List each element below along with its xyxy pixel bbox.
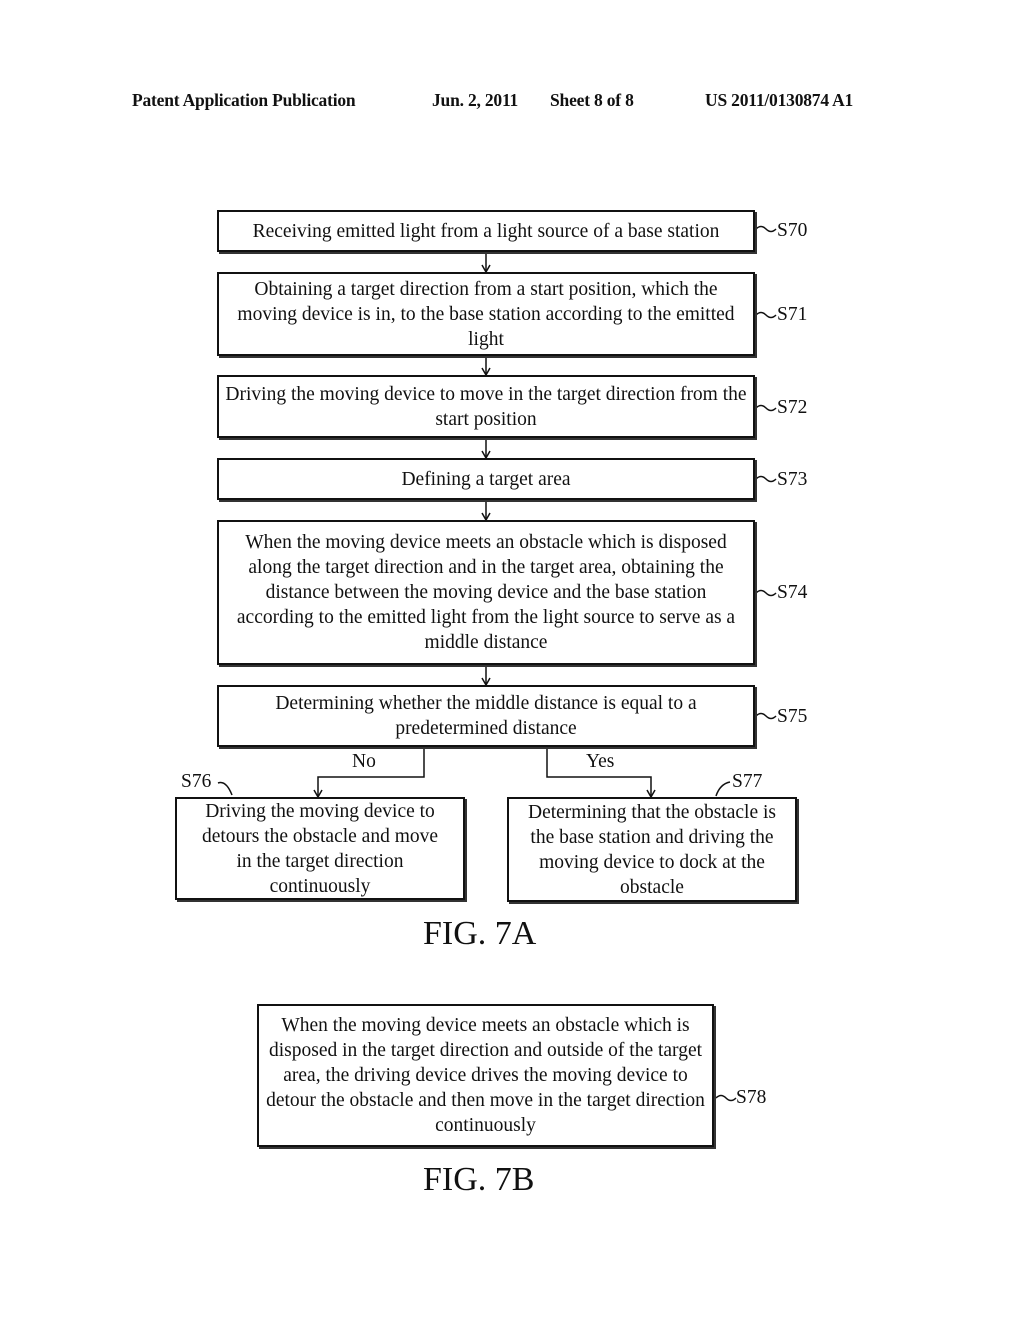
step-label-s70: S70 [777, 220, 808, 241]
step-box-s70: Receiving emitted light from a light sou… [217, 210, 755, 252]
figure-caption-7a: FIG. 7A [423, 915, 537, 952]
step-box-s74: When the moving device meets an obstacle… [217, 520, 755, 665]
step-label-s73: S73 [777, 469, 808, 490]
step-label-s78: S78 [736, 1087, 767, 1108]
step-label-s72: S72 [777, 397, 808, 418]
step-label-s77: S77 [732, 771, 763, 792]
step-label-s75: S75 [777, 706, 808, 727]
step-label-s76: S76 [181, 771, 212, 792]
step-box-s77: Determining that the obstacle is the bas… [507, 797, 797, 902]
branch-label-yes: Yes [586, 751, 615, 772]
leader-s73 [755, 475, 777, 483]
step-box-s73: Defining a target area [217, 458, 755, 500]
leader-s72 [755, 404, 777, 412]
leader-s74 [755, 589, 777, 597]
step-label-s74: S74 [777, 582, 808, 603]
step-box-s75: Determining whether the middle distance … [217, 685, 755, 747]
leader-s77 [715, 781, 731, 797]
step-box-s78: When the moving device meets an obstacle… [257, 1004, 714, 1147]
leader-s70 [755, 225, 777, 233]
step-label-s71: S71 [777, 304, 808, 325]
figure-caption-7b: FIG. 7B [423, 1161, 535, 1198]
leader-s71 [755, 311, 777, 319]
step-box-s72: Driving the moving device to move in the… [217, 375, 755, 438]
branch-label-no: No [352, 751, 376, 772]
leader-s78 [715, 1094, 737, 1102]
step-box-s76: Driving the moving device to detours the… [175, 797, 465, 900]
leader-s76 [217, 781, 233, 796]
leader-s75 [755, 712, 777, 720]
step-box-s71: Obtaining a target direction from a star… [217, 272, 755, 356]
